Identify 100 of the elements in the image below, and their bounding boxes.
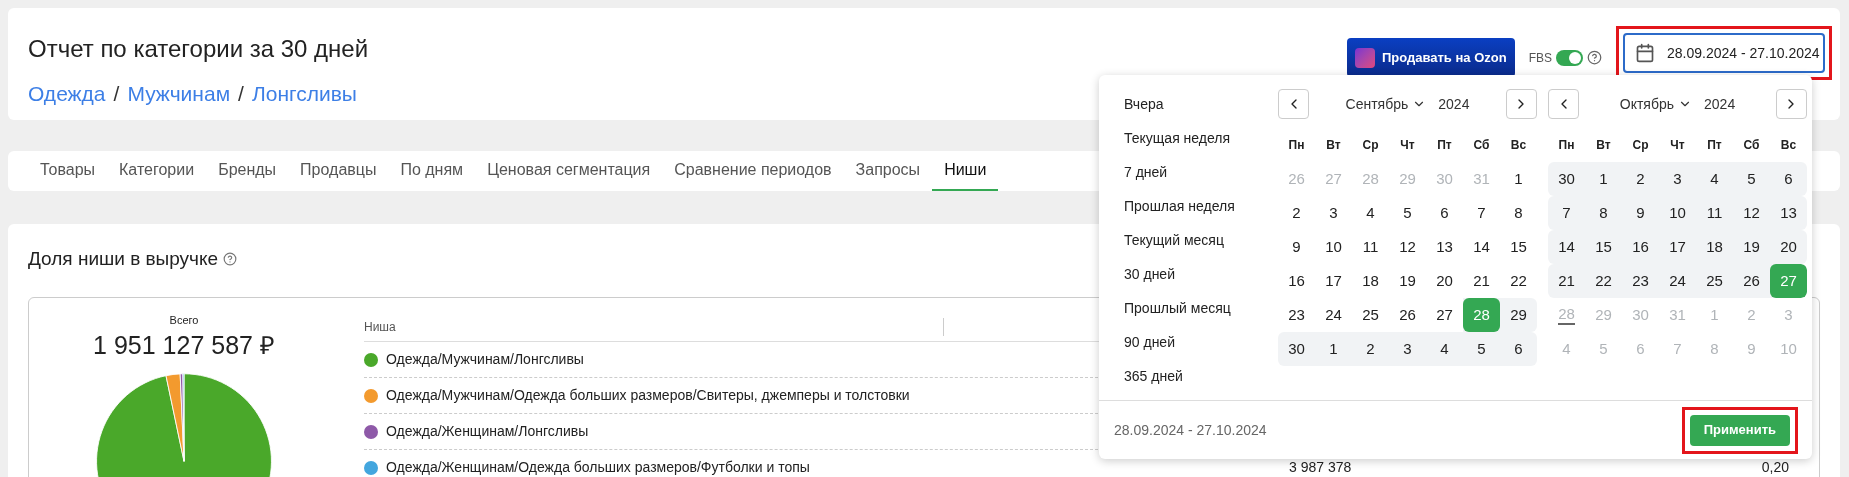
calendar-day[interactable]: 11 <box>1696 196 1733 230</box>
sell-on-ozon-button[interactable]: Продавать на Ozon <box>1346 38 1515 77</box>
weekday-label: Ср <box>1361 137 1380 154</box>
calendar-day[interactable]: 4 <box>1426 332 1463 366</box>
tab[interactable]: По дням <box>388 151 476 191</box>
preset-option[interactable]: 365 дней <box>1124 366 1183 400</box>
breadcrumb-link[interactable]: Мужчинам <box>127 78 231 110</box>
fbs-toggle[interactable] <box>1556 49 1583 66</box>
calendar-day[interactable]: 9 <box>1622 196 1659 230</box>
calendar-icon <box>1635 43 1655 63</box>
calendar-day[interactable]: 20 <box>1770 230 1807 264</box>
calendar-day[interactable]: 6 <box>1500 332 1537 366</box>
niche-name: Одежда/Мужчинам/Одежда больших размеров/Свитеры, джемперы и толстовки <box>386 387 910 403</box>
weekday-label: Пн <box>1287 137 1306 154</box>
niche-name: Одежда/Женщинам/Лонгсливы <box>386 423 589 439</box>
tab[interactable]: Товары <box>28 151 108 191</box>
tab[interactable]: Сравнение периодов <box>662 151 844 191</box>
preset-option[interactable]: 30 дней <box>1124 264 1175 298</box>
calendar-day[interactable]: 10 <box>1659 196 1696 230</box>
weekday-label: Пн <box>1557 137 1576 154</box>
page-title: Отчет по категории за 30 дней <box>28 34 369 64</box>
next-month-button[interactable] <box>1776 89 1807 119</box>
weekday-label: Пт <box>1706 137 1723 154</box>
tab[interactable]: Ценовая сегментация <box>475 151 663 191</box>
year-select[interactable]: 2024 <box>1438 93 1470 115</box>
tab[interactable]: Ниши <box>932 151 999 191</box>
total-value: 1 951 127 587 ₽ <box>93 329 275 361</box>
calendar-day[interactable]: 2 <box>1622 162 1659 196</box>
calendar-day[interactable]: 6 <box>1770 162 1807 196</box>
fbs-label: FBS <box>1528 49 1552 67</box>
calendar-day[interactable]: 18 <box>1696 230 1733 264</box>
tab[interactable]: Бренды <box>206 151 289 191</box>
breadcrumb-link[interactable]: Одежда <box>28 78 106 110</box>
month-select[interactable]: Сентябрь <box>1345 93 1427 115</box>
calendar-day[interactable]: 21 <box>1548 264 1585 298</box>
calendar-day[interactable]: 5 <box>1463 332 1500 366</box>
calendar-day[interactable]: 22 <box>1585 264 1622 298</box>
calendar-day[interactable]: 1 <box>1315 332 1352 366</box>
calendar-day[interactable]: 17 <box>1659 230 1696 264</box>
calendar-day[interactable]: 25 <box>1696 264 1733 298</box>
preset-option[interactable]: Вчера <box>1124 94 1164 128</box>
help-icon[interactable] <box>223 252 238 266</box>
calendar-day[interactable]: 16 <box>1622 230 1659 264</box>
calendar-day[interactable]: 30 <box>1548 162 1585 196</box>
tab[interactable]: Категории <box>107 151 207 191</box>
calendar-day[interactable]: 24 <box>1659 264 1696 298</box>
previous-month-button[interactable] <box>1278 89 1309 119</box>
weekday-label: Сб <box>1742 137 1761 154</box>
calendar-day[interactable]: 2 <box>1352 332 1389 366</box>
weekday-label: Вт <box>1595 137 1612 154</box>
ozon-logo-icon <box>1354 47 1375 68</box>
preset-option[interactable]: Прошлый месяц <box>1124 298 1231 332</box>
breadcrumb-separator: / <box>238 81 244 107</box>
preset-option[interactable]: 7 дней <box>1124 162 1168 196</box>
calendar-day[interactable]: 1 <box>1585 162 1622 196</box>
section-title: Доля ниши в выручке <box>28 246 219 271</box>
preset-option[interactable]: Текущая неделя <box>1124 128 1231 162</box>
preset-option[interactable]: Прошлая неделя <box>1124 196 1235 230</box>
weekday-label: Чт <box>1399 137 1416 154</box>
calendar-day[interactable]: 12 <box>1733 196 1770 230</box>
calendar-day[interactable]: 13 <box>1770 196 1807 230</box>
breadcrumb-link[interactable]: Лонгсливы <box>251 78 357 110</box>
help-icon[interactable] <box>1587 50 1602 65</box>
calendar-day[interactable]: 26 <box>1733 264 1770 298</box>
calendar-day[interactable]: 3 <box>1659 162 1696 196</box>
year-select[interactable]: 2024 <box>1704 93 1736 115</box>
weekday-label: Сб <box>1472 137 1491 154</box>
calendar-day[interactable]: 19 <box>1733 230 1770 264</box>
breadcrumb-separator: / <box>113 81 120 107</box>
next-month-button[interactable] <box>1506 89 1537 119</box>
calendar-day[interactable]: 4 <box>1696 162 1733 196</box>
calendar-day[interactable]: 3 <box>1389 332 1426 366</box>
preset-option[interactable]: 90 дней <box>1124 332 1175 366</box>
calendar-day[interactable]: 15 <box>1585 230 1622 264</box>
weekday-label: Пт <box>1436 137 1453 154</box>
table-cell-text: 3 987 378 <box>1289 458 1352 477</box>
calendar-day[interactable]: 30 <box>1278 332 1315 366</box>
calendar-day[interactable]: 29 <box>1500 298 1537 332</box>
preset-option[interactable]: Текущий месяц <box>1124 230 1224 264</box>
tab[interactable]: Продавцы <box>288 151 389 191</box>
previous-month-button[interactable] <box>1548 89 1579 119</box>
table-cell-text: 0,20 <box>1761 458 1789 477</box>
total-label: Всего <box>169 313 199 328</box>
calendar-day[interactable]: 23 <box>1622 264 1659 298</box>
weekday-label: Чт <box>1669 137 1686 154</box>
calendar-day[interactable]: 14 <box>1548 230 1585 264</box>
calendar-day[interactable]: 5 <box>1733 162 1770 196</box>
date-range-field[interactable]: 28.09.2024 - 27.10.2024 <box>1623 33 1825 73</box>
tab[interactable]: Запросы <box>843 151 933 191</box>
weekday-label: Ср <box>1631 137 1650 154</box>
selected-range-text: 28.09.2024 - 27.10.2024 <box>1114 420 1267 440</box>
niche-name: Одежда/Мужчинам/Лонгсливы <box>386 351 584 367</box>
weekday-label: Вс <box>1509 137 1528 154</box>
niche-name: Одежда/Женщинам/Одежда больших размеров/Футболки и топы <box>386 459 810 475</box>
calendar-day[interactable]: 7 <box>1548 196 1585 230</box>
calendar-day[interactable]: 8 <box>1585 196 1622 230</box>
month-select[interactable]: Октябрь <box>1619 93 1693 115</box>
weekday-label: Вс <box>1779 137 1798 154</box>
weekday-label: Вт <box>1325 137 1342 154</box>
column-header: Ниша <box>364 317 944 336</box>
